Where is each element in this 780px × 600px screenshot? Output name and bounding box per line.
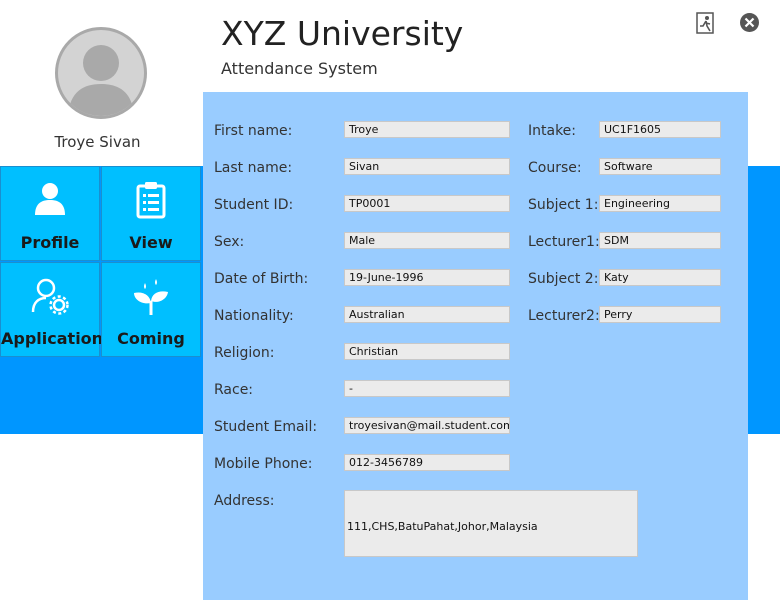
profile-tile[interactable]: Profile: [0, 166, 100, 261]
sex-field[interactable]: Male: [344, 232, 510, 249]
first-name-label: First name:: [214, 123, 293, 139]
student-id-field[interactable]: TP0001: [344, 195, 510, 212]
student-email-label: Student Email:: [214, 419, 318, 435]
intake-label: Intake:: [528, 123, 577, 139]
application-tile[interactable]: Application: [0, 262, 104, 357]
race-label: Race:: [214, 382, 254, 398]
profile-tile-label: Profile: [20, 233, 80, 252]
course-field[interactable]: Software: [599, 158, 721, 175]
mobile-phone-label: Mobile Phone:: [214, 456, 313, 472]
subject-1-label: Subject 1:: [528, 197, 599, 213]
lecturer-2-field[interactable]: Perry: [599, 306, 721, 323]
avatar: [55, 27, 147, 119]
nationality-label: Nationality:: [214, 308, 294, 324]
clipboard-icon: [136, 182, 166, 219]
coming-tile-label: Coming: [117, 329, 185, 348]
first-name-field[interactable]: Troye: [344, 121, 510, 138]
user-settings-icon: [31, 278, 69, 315]
user-silhouette-icon: [68, 45, 134, 116]
race-field[interactable]: -: [344, 380, 510, 397]
religion-label: Religion:: [214, 345, 275, 361]
coming-tile[interactable]: Coming: [101, 262, 201, 357]
lecturer-1-field[interactable]: SDM: [599, 232, 721, 249]
profile-panel: First name: Troye Last name: Sivan Stude…: [203, 92, 748, 600]
user-icon: [35, 183, 65, 215]
date-of-birth-field[interactable]: 19-June-1996: [344, 269, 510, 286]
exit-icon[interactable]: [696, 12, 716, 38]
intake-field[interactable]: UC1F1605: [599, 121, 721, 138]
subject-2-label: Subject 2:: [528, 271, 599, 287]
student-email-field[interactable]: troyesivan@mail.student.com: [344, 417, 510, 434]
app-subtitle: Attendance System: [221, 59, 378, 78]
address-label: Address:: [214, 493, 275, 509]
address-field[interactable]: 111,CHS,BatuPahat,Johor,Malaysia: [344, 490, 638, 557]
view-tile[interactable]: View: [101, 166, 201, 261]
close-icon[interactable]: [740, 13, 759, 36]
religion-field[interactable]: Christian: [344, 343, 510, 360]
view-tile-label: View: [129, 233, 173, 252]
date-of-birth-label: Date of Birth:: [214, 271, 309, 287]
last-name-field[interactable]: Sivan: [344, 158, 510, 175]
nationality-field[interactable]: Australian: [344, 306, 510, 323]
subject-2-field[interactable]: Katy: [599, 269, 721, 286]
lecturer-1-label: Lecturer1:: [528, 234, 600, 250]
user-name: Troye Sivan: [54, 133, 141, 151]
last-name-label: Last name:: [214, 160, 293, 176]
mobile-phone-field[interactable]: 012-3456789: [344, 454, 510, 471]
subject-1-field[interactable]: Engineering: [599, 195, 721, 212]
course-label: Course:: [528, 160, 582, 176]
address-value: 111,CHS,BatuPahat,Johor,Malaysia: [347, 520, 538, 533]
student-id-label: Student ID:: [214, 197, 294, 213]
app-title: XYZ University: [221, 14, 464, 53]
application-tile-label: Application: [1, 329, 104, 348]
sex-label: Sex:: [214, 234, 245, 250]
sprout-icon: [134, 279, 168, 315]
lecturer-2-label: Lecturer2:: [528, 308, 600, 324]
